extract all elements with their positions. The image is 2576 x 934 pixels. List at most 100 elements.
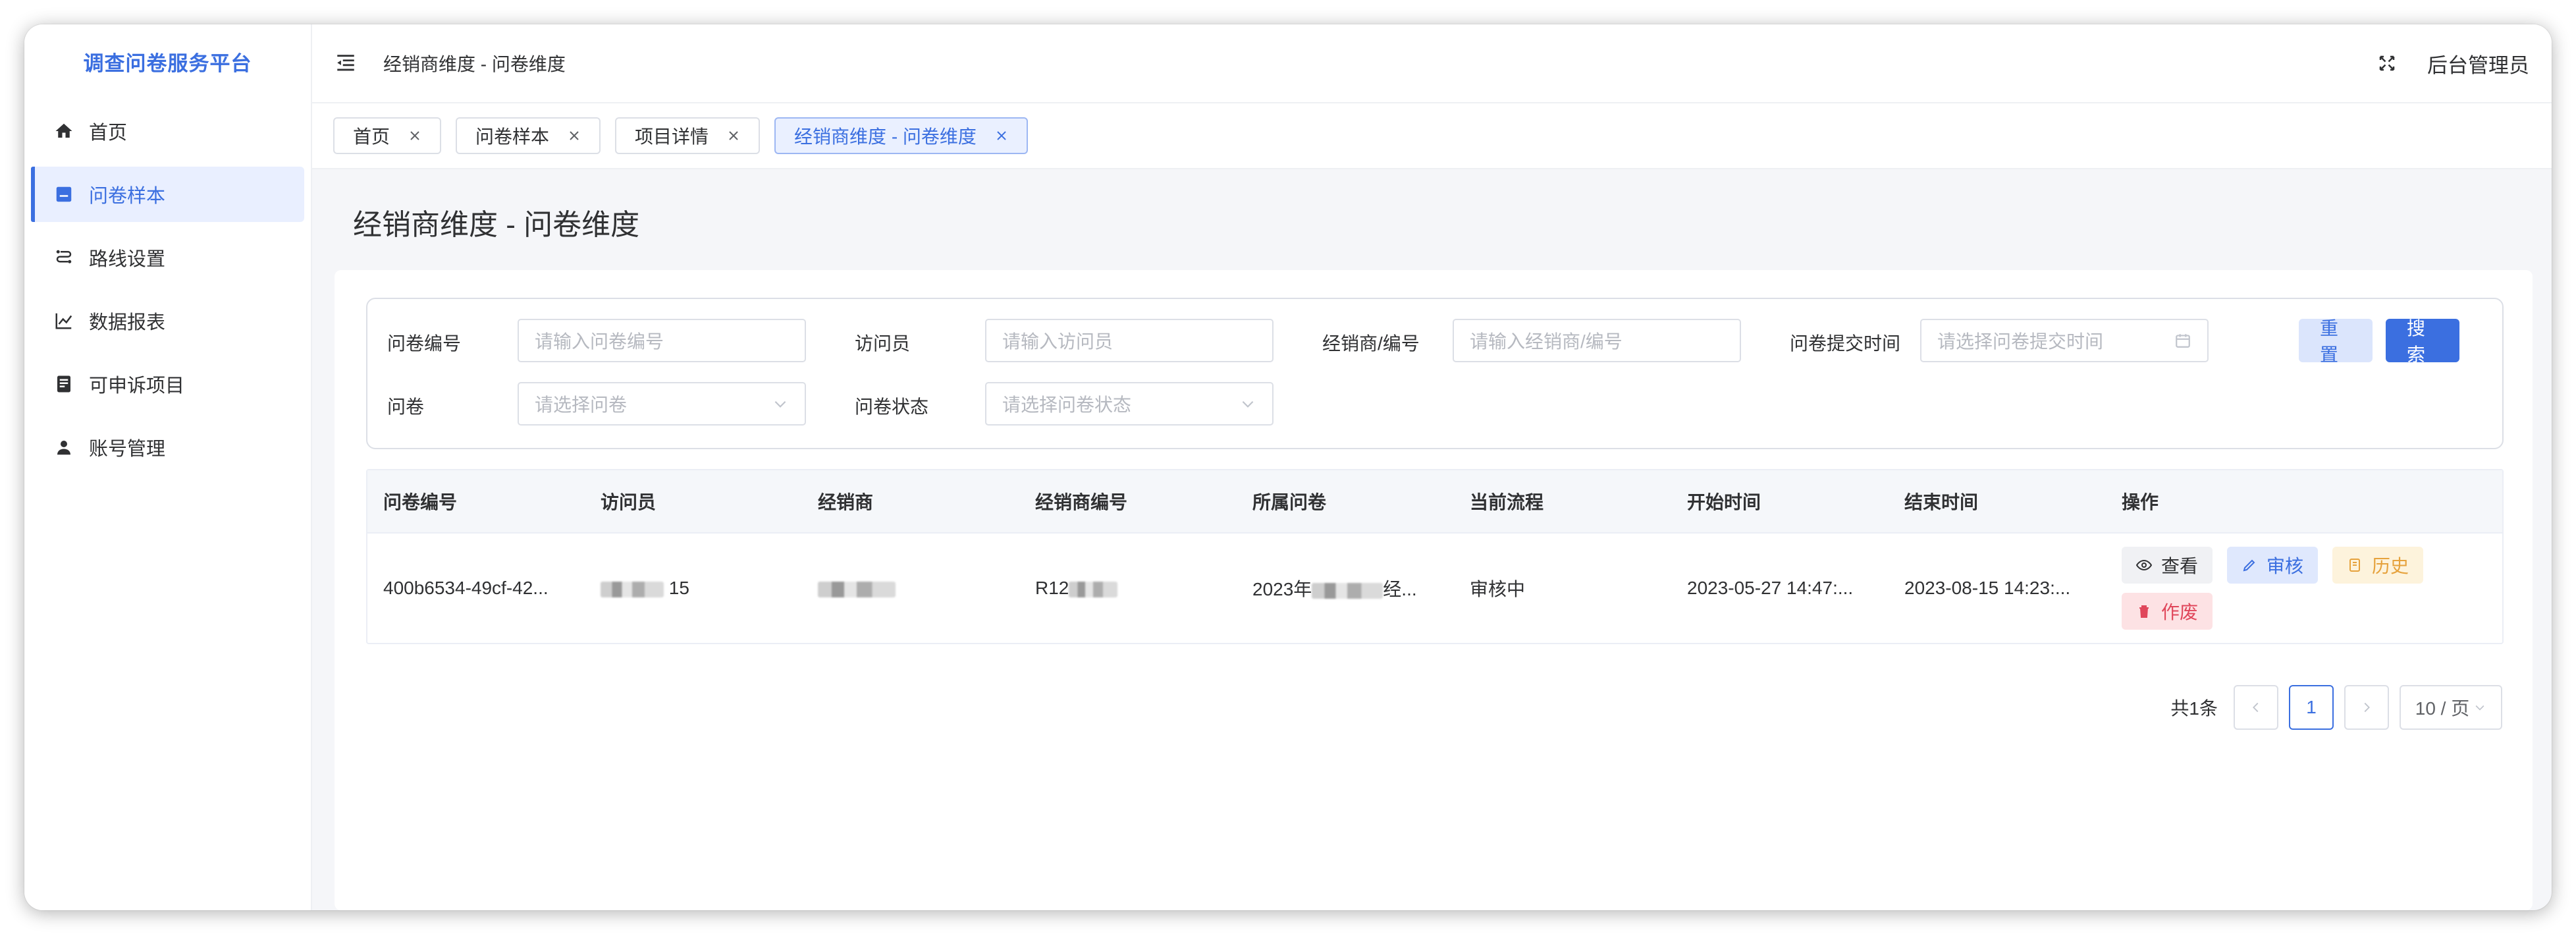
prev-page-button[interactable] [2234,685,2278,730]
status-select[interactable]: 请选择问卷状态 [985,382,1274,426]
audit-label: 审核 [2267,556,2304,576]
user-menu[interactable]: 后台管理员 [2427,49,2529,78]
status-label: 问卷状态 [855,397,929,417]
interviewer-input[interactable]: 请输入访问员 [985,319,1274,362]
sidebar-item-accounts[interactable]: 账号管理 [31,420,304,475]
tab-samples[interactable]: 问卷样本 [456,117,601,154]
close-icon[interactable] [995,129,1008,142]
sidebar-item-label: 问卷样本 [89,186,166,207]
input-placeholder: 请输入问卷编号 [535,331,664,352]
samples-table: 问卷编号 访问员 经销商 经销商编号 所属问卷 当前流程 开始时间 结束时间 操… [366,469,2504,644]
start-time-cell: 2023-05-27 14:47:... [1687,578,1854,598]
reset-button[interactable]: 重置 [2299,318,2373,365]
sidebar-item-label: 数据报表 [89,312,166,333]
history-icon [2349,559,2361,572]
questionnaire-select[interactable]: 请选择问卷 [518,382,806,426]
row-actions: 查看 审核 历史 作废 [2122,547,2464,630]
column-header: 经销商编号 [1035,492,1128,512]
app-logo-title[interactable]: 调查问卷服务平台 [24,24,311,103]
page-size-label: 10 / 页 [2415,698,2470,719]
view-button[interactable]: 查看 [2122,547,2213,584]
pagination: 共1条 1 10 / 页 [2170,685,2502,730]
column-header: 开始时间 [1687,492,1761,512]
sidebar-item-routes[interactable]: 路线设置 [31,230,304,285]
filter-form: 问卷编号 请输入问卷编号 访问员 请输入访问员 经销商/编号 请输入经销商/编号… [366,298,2504,449]
dealer-input[interactable]: 请输入经销商/编号 [1453,319,1741,362]
sidebar-item-label: 账号管理 [89,439,166,460]
chevron-left-icon [2253,702,2259,713]
tab-label: 首页 [353,126,390,147]
chevron-down-icon [772,395,789,412]
page-title: 经销商维度 - 问卷维度 [353,209,640,241]
submit-time-label: 问卷提交时间 [1790,333,1901,354]
select-placeholder: 请选择问卷状态 [1002,395,1132,415]
page-number-button[interactable]: 1 [2289,685,2334,730]
fullscreen-icon[interactable] [2377,53,2397,73]
breadcrumb: 经销商维度 - 问卷维度 [383,54,566,74]
trash-icon [2139,605,2149,618]
table-header: 问卷编号 访问员 经销商 经销商编号 所属问卷 当前流程 开始时间 结束时间 操… [367,470,2502,534]
select-placeholder: 请选择问卷 [535,395,628,415]
search-button[interactable]: 搜索 [2386,318,2459,365]
route-icon [53,247,74,268]
menu-fold-icon[interactable] [335,52,357,74]
column-header: 结束时间 [1904,492,1979,512]
sidebar-item-label: 路线设置 [89,249,166,270]
tab-dealer-dimension[interactable]: 经销商维度 - 问卷维度 [774,117,1028,154]
sidebar-item-appeals[interactable]: 可申诉项目 [31,356,304,412]
close-icon[interactable] [408,129,421,142]
dealer-code-cell: R12 [1019,578,1237,599]
questionnaire-id-cell: 400b6534-49cf-42... [383,578,549,598]
content-card: 问卷编号 请输入问卷编号 访问员 请输入访问员 经销商/编号 请输入经销商/编号… [335,270,2533,910]
top-bar: 经销商维度 - 问卷维度 后台管理员 [312,24,2552,103]
tab-project-detail[interactable]: 项目详情 [615,117,761,154]
questionnaire-no-label: 问卷编号 [387,333,462,354]
sidebar-item-reports[interactable]: 数据报表 [31,293,304,348]
dealer-code-prefix: R12 [1035,578,1069,598]
dealer-label: 经销商/编号 [1322,333,1420,354]
tab-label: 项目详情 [635,126,709,147]
sidebar-item-label: 首页 [89,123,128,144]
submit-time-picker[interactable]: 请选择问卷提交时间 [1920,319,2209,362]
input-placeholder: 请输入经销商/编号 [1470,331,1623,352]
chevron-down-icon [1239,395,1256,412]
redacted-text [1312,582,1383,599]
next-page-button[interactable] [2344,685,2389,730]
end-time-cell: 2023-08-15 14:23:... [1904,578,2071,598]
questionnaire-suffix: 经... [1383,579,1417,599]
sidebar: 调查问卷服务平台 首页 问卷样本 路线设置 数据报表 可申诉项目 账号管理 [24,24,312,910]
topbar-actions: 后台管理员 [2377,49,2529,78]
void-button[interactable]: 作废 [2122,593,2213,630]
calendar-icon [2174,332,2191,349]
history-button[interactable]: 历史 [2332,547,2424,584]
eye-icon [2136,559,2152,571]
sidebar-item-home[interactable]: 首页 [31,103,304,159]
tab-home[interactable]: 首页 [333,117,442,154]
close-icon[interactable] [727,129,740,142]
flow-cell: 审核中 [1470,579,1526,599]
column-header: 所属问卷 [1252,492,1327,512]
tab-label: 问卷样本 [475,126,550,147]
questionnaire-label: 问卷 [387,397,425,417]
line-chart-icon [53,310,74,331]
input-placeholder: 请选择问卷提交时间 [1937,331,2104,352]
redacted-text [818,581,896,597]
page-size-select[interactable]: 10 / 页 [2400,685,2502,730]
dealer-cell [802,578,1019,599]
tab-label: 经销商维度 - 问卷维度 [794,126,977,147]
audit-button[interactable]: 审核 [2227,547,2319,584]
home-icon [53,121,74,142]
close-icon[interactable] [568,129,581,142]
column-header: 操作 [2122,492,2159,512]
history-label: 历史 [2372,556,2409,576]
sidebar-item-samples[interactable]: 问卷样本 [31,167,304,222]
app-window: 调查问卷服务平台 首页 问卷样本 路线设置 数据报表 可申诉项目 账号管理 经销… [24,24,2552,910]
questionnaire-no-input[interactable]: 请输入问卷编号 [518,319,806,362]
column-header: 经销商 [818,492,874,512]
interviewer-suffix: 15 [668,578,689,598]
table-row[interactable]: 400b6534-49cf-42... 15 R12 2023年 经... 审核中… [367,534,2502,643]
view-label: 查看 [2161,556,2199,576]
input-placeholder: 请输入访问员 [1002,331,1114,352]
form-icon [53,184,74,205]
redacted-text [1069,581,1118,597]
